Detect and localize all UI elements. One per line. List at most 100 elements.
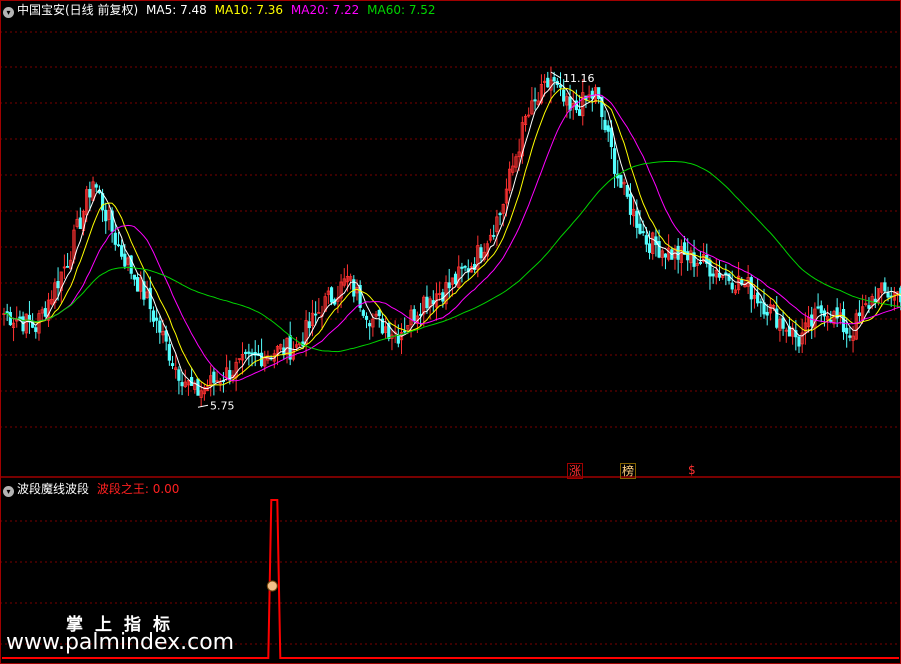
ma5-line	[3, 82, 901, 390]
candle-body	[361, 310, 365, 316]
candle-body	[546, 77, 550, 88]
stock-title: 中国宝安(日线 前复权)	[17, 3, 139, 17]
candle-body	[425, 296, 429, 309]
ma5-value: MA5: 7.48	[146, 3, 207, 17]
candle-body	[364, 315, 369, 320]
candle-body	[756, 292, 760, 304]
zhang-marker[interactable]: 涨	[567, 463, 584, 479]
indicator-collapse-icon[interactable]: ▾	[3, 486, 14, 497]
candle-body	[606, 125, 610, 132]
candle-body	[663, 253, 668, 258]
candle-body	[577, 109, 582, 116]
candle-body	[167, 344, 171, 361]
candle-body	[612, 148, 617, 174]
candle-body	[288, 335, 292, 360]
candle-body	[177, 369, 181, 381]
ma20-line	[3, 94, 901, 382]
candle-body	[100, 193, 105, 211]
candle-body	[403, 330, 407, 333]
candle-body	[155, 317, 159, 321]
candle-body	[120, 245, 124, 257]
ma10-value: MA10: 7.36	[214, 3, 284, 17]
cursor-hand-icon	[266, 580, 278, 592]
candle-body	[329, 287, 334, 303]
candle-body	[638, 223, 642, 234]
indicator-header: ▾ 波段魔线波段 波段之王: 0.00	[3, 482, 179, 497]
candle-body	[730, 282, 734, 290]
candle-body	[644, 235, 648, 245]
watermark-url: www.palmindex.com	[6, 630, 235, 655]
candle-body	[412, 309, 416, 322]
candle-body	[244, 351, 248, 355]
candle-body	[170, 363, 175, 366]
candle-body	[562, 89, 566, 102]
chart-border	[0, 0, 901, 664]
candle-body	[657, 241, 661, 258]
candle-body	[845, 327, 849, 334]
candle-body	[603, 119, 607, 131]
collapse-icon[interactable]: ▾	[3, 7, 14, 18]
candle-body	[447, 282, 451, 289]
candle-body	[314, 313, 318, 316]
candle-body	[797, 336, 801, 347]
candle-body	[686, 251, 690, 261]
candle-body	[492, 235, 496, 237]
candle-body	[460, 266, 464, 269]
low-pointer	[197, 404, 209, 408]
candle-body	[628, 193, 633, 215]
candle-body	[698, 261, 703, 264]
candle-body	[676, 245, 680, 260]
candle-body	[453, 273, 458, 285]
candle-body	[43, 308, 47, 317]
candle-body	[841, 308, 846, 333]
high-label: 11.16	[563, 72, 595, 85]
candle-body	[886, 292, 890, 298]
candle-body	[619, 174, 623, 188]
candle-body	[368, 323, 372, 327]
candle-body	[533, 99, 537, 102]
candle-body	[708, 259, 712, 277]
candle-body	[590, 90, 594, 99]
candle-body	[759, 301, 763, 304]
candle-body	[34, 327, 38, 332]
candle-body	[377, 309, 381, 316]
candle-body	[135, 277, 140, 292]
candle-body	[94, 184, 98, 188]
ma60-value: MA60: 7.52	[367, 3, 436, 17]
candle-body	[641, 231, 645, 234]
indicator-title: 波段魔线波段	[17, 482, 90, 496]
candle-body	[647, 243, 652, 253]
low-label: 5.75	[210, 399, 235, 412]
candle-body	[498, 213, 502, 216]
candle-body	[609, 127, 613, 148]
candle-body	[829, 319, 833, 323]
bang-marker[interactable]: 榜	[620, 463, 637, 479]
candle-body	[749, 277, 753, 300]
candle-body	[196, 378, 200, 396]
candle-body	[8, 312, 12, 326]
candle-body	[463, 265, 467, 268]
high-pointer	[550, 71, 562, 79]
candle-body	[558, 84, 563, 88]
candle-body	[635, 210, 639, 228]
candle-body	[816, 306, 820, 309]
candle-body	[66, 265, 70, 268]
ma20-value: MA20: 7.22	[290, 3, 360, 17]
candle-body	[711, 273, 715, 277]
ma10-line	[3, 87, 901, 387]
candle-body	[116, 244, 121, 247]
kline-chart: 11.16 5.75	[0, 0, 901, 664]
candle-body	[873, 298, 877, 303]
candle-body	[247, 351, 251, 354]
candle-body	[552, 77, 556, 82]
candle-body	[762, 302, 766, 315]
candle-body	[113, 232, 117, 245]
candle-body	[819, 305, 823, 314]
candle-body	[158, 320, 162, 333]
candle-body	[479, 247, 483, 259]
candle-body	[78, 217, 82, 229]
candle-body	[781, 317, 785, 329]
candle-body	[765, 311, 769, 316]
candle-body	[396, 334, 400, 344]
dollar-marker[interactable]: $	[687, 463, 697, 477]
